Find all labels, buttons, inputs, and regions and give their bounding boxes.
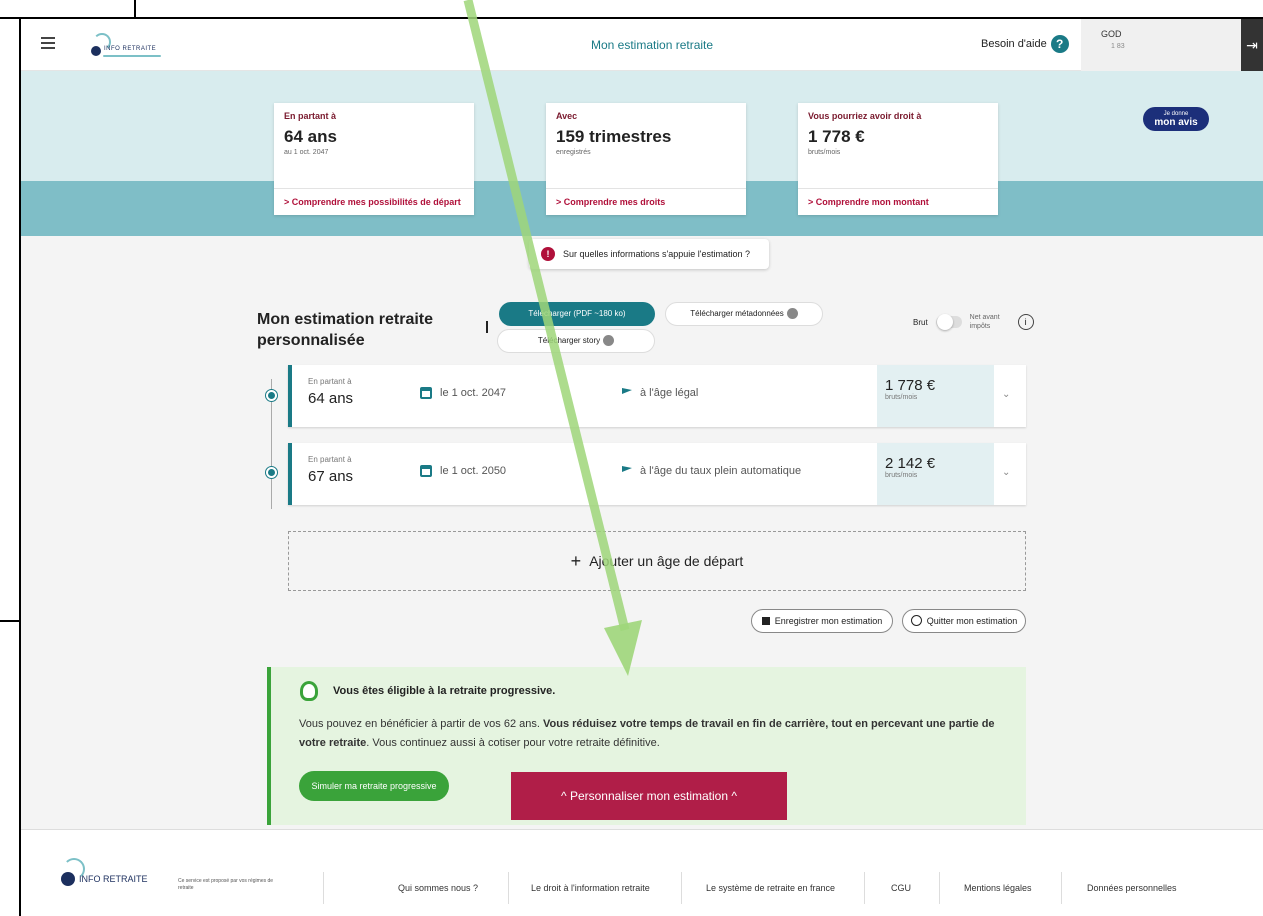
link-departure-options[interactable]: > Comprendre mes possibilités de départ (274, 188, 474, 215)
hamburger-menu-icon[interactable] (41, 37, 55, 49)
footer-link-legal[interactable]: Mentions légales (964, 883, 1032, 893)
estimation-row[interactable]: En partant à 67 ans le 1 oct. 2050 à l'â… (288, 443, 1026, 505)
footer-link-about[interactable]: Qui sommes nous ? (398, 883, 478, 893)
brut-net-toggle[interactable] (935, 314, 962, 330)
lightbulb-icon (300, 681, 318, 701)
calendar-icon (420, 465, 432, 477)
download-pdf-button[interactable]: Télécharger (PDF ~180 ko) (499, 302, 655, 326)
help-button[interactable]: Besoin d'aide ? (981, 35, 1069, 53)
calendar-icon (420, 387, 432, 399)
app-window: INFO RETRAITE Mon estimation retraite Be… (21, 19, 1263, 916)
frame-corner-line (134, 0, 136, 19)
info-icon: ! (541, 247, 555, 261)
download-metadata-button[interactable]: Télécharger métadonnées (665, 302, 823, 326)
footer-link-right-to-info[interactable]: Le droit à l'information retraite (531, 883, 650, 893)
footer: INFO RETRAITE Ce service est proposé par… (21, 829, 1263, 916)
feedback-button[interactable]: Je donne mon avis (1143, 107, 1209, 131)
add-departure-age-button[interactable]: + Ajouter un âge de départ (288, 531, 1026, 591)
info-circle-icon[interactable]: i (1017, 314, 1034, 330)
download-icon (786, 308, 798, 320)
save-icon (761, 617, 770, 625)
chevron-down-icon[interactable]: ⌄ (1002, 467, 1010, 478)
flag-icon (622, 388, 632, 394)
timeline-dot (265, 466, 278, 479)
help-icon: ? (1050, 35, 1069, 53)
separator (486, 321, 488, 333)
help-label: Besoin d'aide (981, 38, 1047, 50)
footer-link-personal-data[interactable]: Données personnelles (1087, 883, 1177, 893)
progressive-description: Vous pouvez en bénéficier à partir de vo… (299, 718, 995, 749)
estimation-title: Mon estimation retraite personnalisée (257, 311, 434, 349)
link-rights[interactable]: > Comprendre mes droits (546, 188, 746, 215)
user-name: GOD (1101, 29, 1122, 39)
link-amount[interactable]: > Comprendre mon montant (798, 188, 998, 215)
timeline-dot (265, 389, 278, 402)
home-icon (910, 615, 922, 626)
personalize-estimation-button[interactable]: ^ Personnaliser mon estimation ^ (511, 772, 787, 820)
frame-mid-line (0, 620, 21, 622)
card-amount: Vous pourriez avoir droit à 1 778 € brut… (798, 103, 998, 215)
user-sub: 1 83 (1111, 43, 1125, 50)
save-estimation-button[interactable]: Enregistrer mon estimation (751, 609, 893, 633)
flag-icon (622, 466, 632, 472)
estimation-row[interactable]: En partant à 64 ans le 1 oct. 2047 à l'â… (288, 365, 1026, 427)
simulate-progressive-button[interactable]: Simuler ma retraite progressive (299, 771, 449, 801)
chevron-down-icon[interactable]: ⌄ (1002, 389, 1010, 400)
download-story-button[interactable]: Télécharger story (497, 329, 655, 353)
user-panel[interactable]: GOD 1 83 (1081, 19, 1241, 71)
footer-logo[interactable]: INFO RETRAITE (61, 858, 151, 890)
plus-icon: + (570, 550, 582, 571)
page-title: Mon estimation retraite (591, 38, 714, 52)
card-departure: En partant à 64 ans au 1 oct. 2047 > Com… (274, 103, 474, 215)
logout-icon[interactable]: ⇥ (1241, 19, 1263, 71)
estimation-info-button[interactable]: ! Sur quelles informations s'appuie l'es… (529, 239, 769, 269)
quit-estimation-button[interactable]: Quitter mon estimation (902, 609, 1026, 633)
brut-net-toggle-group: Brut Net avant impôts i (913, 313, 1034, 331)
download-icon (603, 335, 615, 347)
info-retraite-logo[interactable]: INFO RETRAITE (91, 31, 171, 59)
header: INFO RETRAITE Mon estimation retraite Be… (21, 19, 1263, 71)
footer-link-cgu[interactable]: CGU (891, 883, 911, 893)
footer-link-system[interactable]: Le système de retraite en france (706, 883, 835, 893)
card-quarters: Avec 159 trimestres enregistrés > Compre… (546, 103, 746, 215)
